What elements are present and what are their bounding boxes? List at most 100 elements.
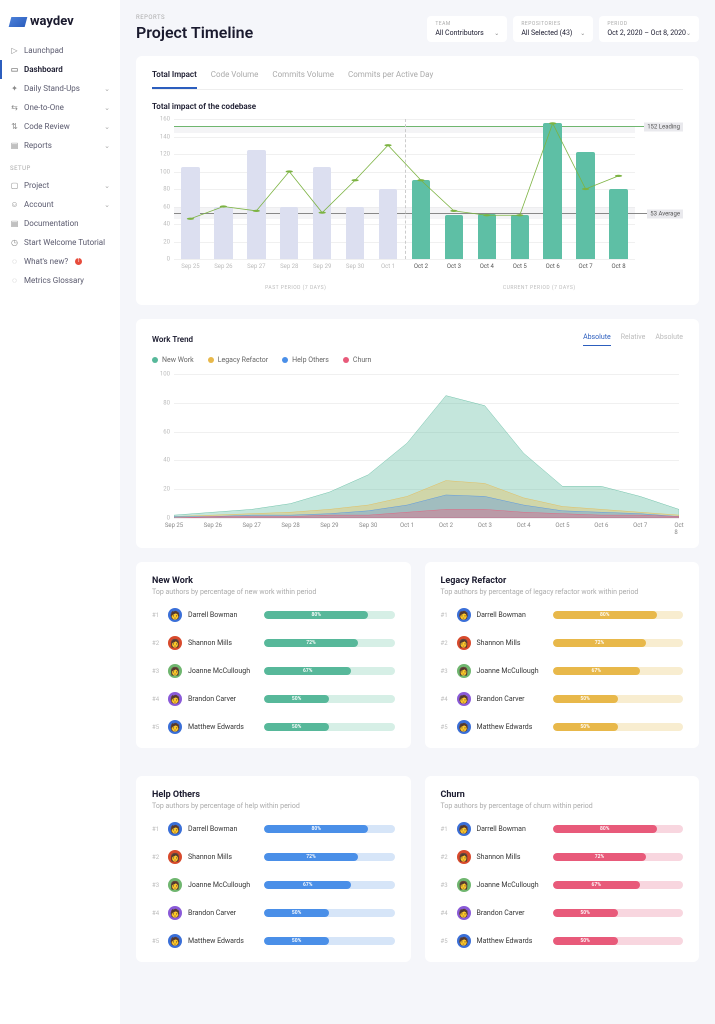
- avatar: 🧑: [168, 822, 182, 836]
- progress-fill: 80%: [553, 825, 657, 833]
- author-row: #3 👩 Joanne McCullough 67%: [152, 664, 395, 678]
- x-tick: Oct 6: [594, 522, 608, 529]
- author-name: Darrell Bowman: [477, 611, 547, 619]
- author-row: #5 🧑 Matthew Edwards 50%: [441, 720, 684, 734]
- author-name: Shannon Mills: [477, 853, 547, 861]
- nav-label: One-to-One: [24, 103, 64, 112]
- work-trend-tabs: Absolute Relative Absolute: [583, 333, 683, 346]
- nav-item-one-to-one[interactable]: ⇆One-to-One⌄: [0, 98, 120, 117]
- nav-item-project[interactable]: ▢Project⌄: [0, 176, 120, 195]
- avatar: 🧑: [168, 934, 182, 948]
- progress-bar: 80%: [264, 825, 395, 833]
- nav-item-what-s-new-[interactable]: ◌What's new?1: [0, 252, 120, 271]
- nav-icon: ◌: [10, 276, 19, 285]
- y-tick: 140: [160, 133, 170, 140]
- past-period-label: PAST PERIOD (7 DAYS): [174, 285, 418, 291]
- nav-item-start-welcome-tutorial[interactable]: ◷Start Welcome Tutorial: [0, 233, 120, 252]
- progress-fill: 67%: [553, 881, 640, 889]
- legend-item: Help Others: [282, 356, 329, 364]
- x-tick: Oct 7: [579, 263, 593, 270]
- y-tick: 60: [163, 203, 170, 210]
- tab-commits-per-active-day[interactable]: Commits per Active Day: [348, 70, 433, 89]
- author-rank: #3: [441, 882, 451, 889]
- logo[interactable]: waydev: [0, 10, 120, 41]
- nav-item-metrics-glossary[interactable]: ◌ Metrics Glossary: [0, 271, 120, 290]
- trend-tab-absolute[interactable]: Absolute: [655, 333, 683, 346]
- avatar: 🧑: [168, 906, 182, 920]
- progress-bar: 50%: [264, 723, 395, 731]
- impact-tabs: Total Impact Code Volume Commits Volume Com…: [152, 70, 683, 90]
- author-rank: #2: [441, 854, 451, 861]
- nav-item-launchpad[interactable]: ▷Launchpad: [0, 41, 120, 60]
- chevron-down-icon: ⌄: [104, 104, 110, 112]
- author-row: #1 🧑 Darrell Bowman 80%: [152, 822, 395, 836]
- author-rank: #3: [441, 668, 451, 675]
- author-name: Darrell Bowman: [188, 825, 258, 833]
- nav-label: Reports: [24, 141, 52, 150]
- author-row: #1 🧑 Darrell Bowman 80%: [441, 608, 684, 622]
- author-rank: #1: [441, 826, 451, 833]
- author-rank: #4: [152, 910, 162, 917]
- progress-fill: 50%: [264, 909, 329, 917]
- sidebar: waydev ▷Launchpad▭Dashboard✦Daily Stand-…: [0, 0, 120, 1024]
- x-tick: Sep 25: [181, 263, 199, 270]
- progress-fill: 80%: [264, 825, 368, 833]
- legend-dot-icon: [152, 357, 158, 363]
- progress-bar: 72%: [553, 853, 684, 861]
- y-tick: 100: [160, 168, 170, 175]
- progress-fill: 72%: [553, 639, 647, 647]
- author-row: #4 🧑 Brandon Carver 50%: [441, 906, 684, 920]
- nav-item-reports[interactable]: ▤Reports⌄: [0, 136, 120, 155]
- ref-label: 152 Leading: [644, 123, 683, 132]
- y-tick: 0: [167, 256, 170, 263]
- nav-label: Metrics Glossary: [24, 276, 84, 285]
- nav-label: Documentation: [24, 219, 79, 228]
- filter-team[interactable]: TEAM All Contributors⌄: [427, 16, 507, 42]
- filter-period[interactable]: PERIODOct 2, 2020 – Oct 8, 2020⌄: [599, 16, 699, 42]
- author-rank: #1: [152, 612, 162, 619]
- author-rank: #5: [152, 938, 162, 945]
- legend-label: New Work: [162, 356, 194, 364]
- author-rank: #2: [441, 640, 451, 647]
- nav-icon: ▤: [10, 219, 19, 228]
- page-header: REPORTS Project Timeline TEAMAll Contrib…: [136, 14, 699, 42]
- author-rank: #5: [152, 724, 162, 731]
- x-tick: Oct 4: [517, 522, 531, 529]
- tab-code-volume[interactable]: Code Volume: [211, 70, 259, 89]
- filter-repositories[interactable]: REPOSITORIESAll Selected (43)⌄: [513, 16, 593, 42]
- progress-fill: 72%: [264, 639, 358, 647]
- progress-bar: 50%: [553, 909, 684, 917]
- author-rank: #3: [152, 882, 162, 889]
- filter-value: All Contributors⌄: [435, 29, 499, 37]
- x-tick: Oct 4: [480, 263, 494, 270]
- author-row: #2 👩 Shannon Mills 72%: [441, 850, 684, 864]
- avatar: 🧑: [457, 692, 471, 706]
- tab-commits-volume[interactable]: Commits Volume: [272, 70, 334, 89]
- nav-item-daily-stand-ups[interactable]: ✦Daily Stand-Ups⌄: [0, 79, 120, 98]
- x-tick: Sep 26: [204, 522, 222, 529]
- legend-label: Legacy Refactor: [218, 356, 268, 364]
- chevron-down-icon: ⌄: [104, 123, 110, 131]
- progress-fill: 80%: [264, 611, 368, 619]
- author-row: #3 👩 Joanne McCullough 67%: [441, 664, 684, 678]
- author-card-title: Legacy Refactor: [441, 576, 684, 586]
- author-rank: #5: [441, 938, 451, 945]
- nav-item-code-review[interactable]: ⇅Code Review⌄: [0, 117, 120, 136]
- avatar: 👩: [457, 878, 471, 892]
- author-row: #2 👩 Shannon Mills 72%: [152, 850, 395, 864]
- x-tick: Sep 25: [165, 522, 183, 529]
- y-tick: 120: [160, 151, 170, 158]
- progress-fill: 67%: [264, 667, 351, 675]
- tab-total-impact[interactable]: Total Impact: [152, 70, 197, 89]
- author-rank: #4: [441, 696, 451, 703]
- author-name: Matthew Edwards: [188, 937, 258, 945]
- y-tick: 20: [163, 486, 170, 493]
- nav-item-account[interactable]: ☺Account⌄: [0, 195, 120, 214]
- avatar: 👩: [168, 664, 182, 678]
- nav-item-dashboard[interactable]: ▭Dashboard: [0, 60, 120, 79]
- trend-tab-absolute[interactable]: Absolute: [583, 333, 611, 346]
- trend-tab-relative[interactable]: Relative: [621, 333, 646, 346]
- avatar: 🧑: [457, 906, 471, 920]
- nav-item-documentation[interactable]: ▤ Documentation: [0, 214, 120, 233]
- filter-label: TEAM: [435, 21, 499, 27]
